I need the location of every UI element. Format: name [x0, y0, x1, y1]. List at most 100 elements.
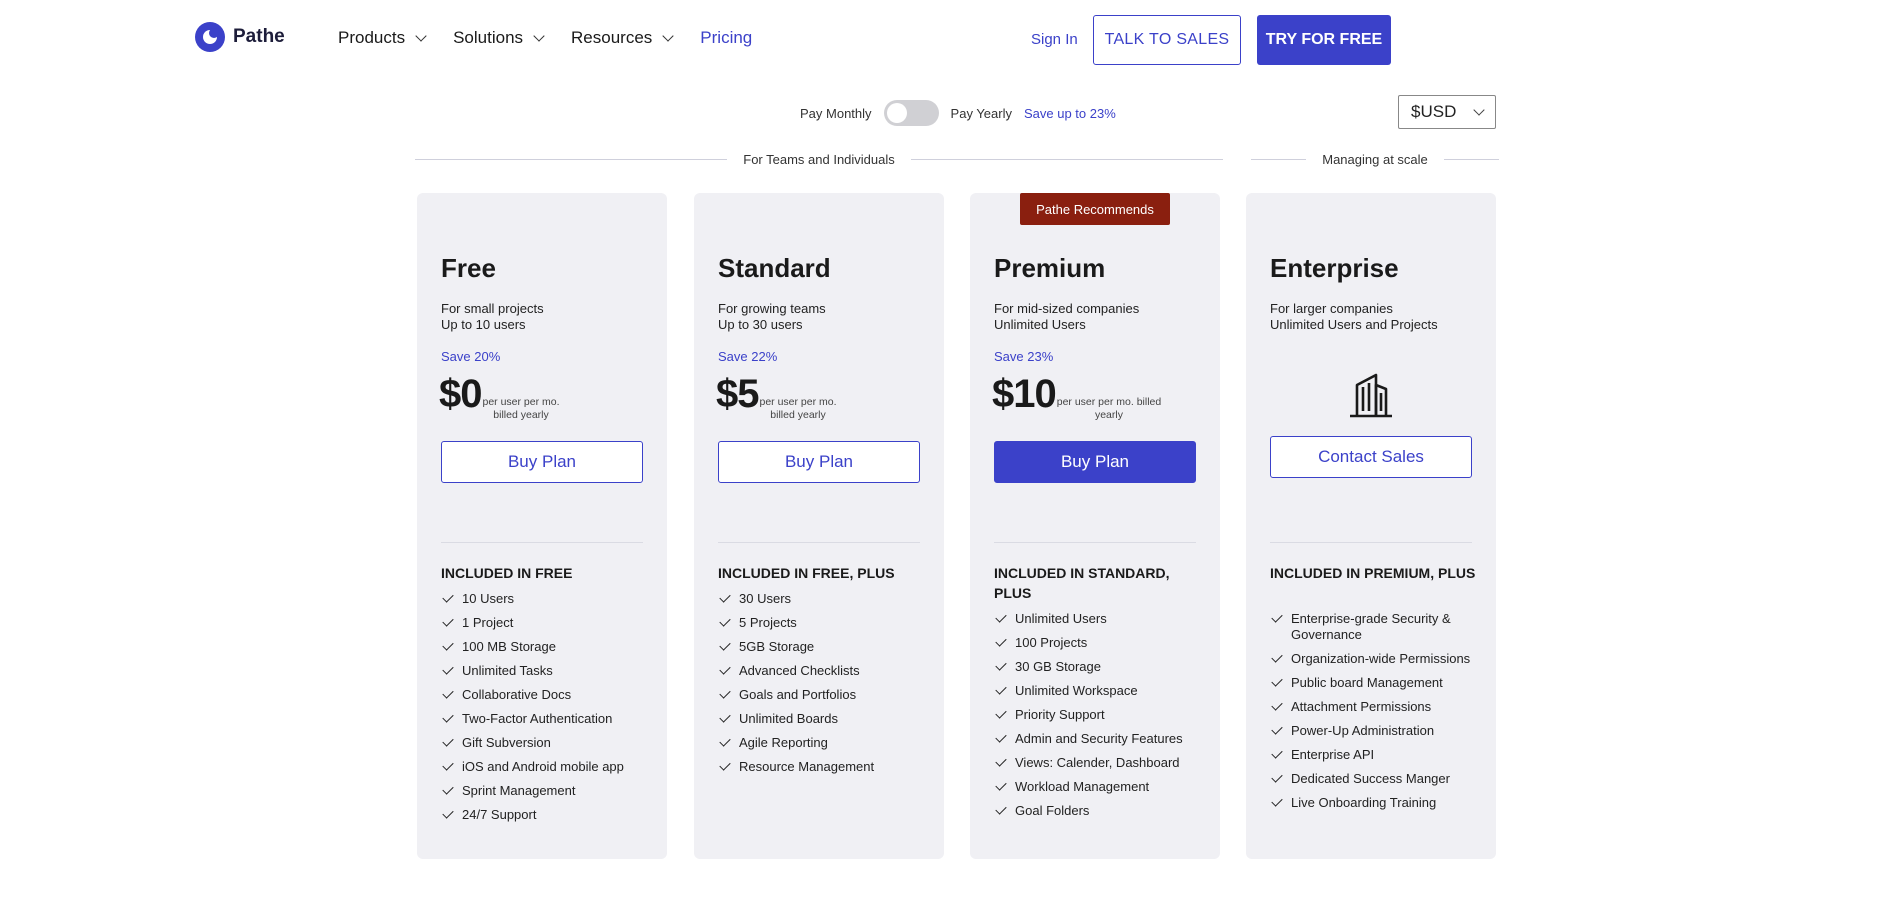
feature-label: Views: Calender, Dashboard — [1015, 755, 1180, 770]
feature-label: Advanced Checklists — [739, 663, 860, 678]
checkmark-icon — [442, 639, 454, 651]
menu-products[interactable]: Products — [338, 28, 427, 48]
included-title: INCLUDED IN FREE, PLUS — [718, 565, 895, 581]
plan-desc-line: For small projects — [441, 301, 544, 316]
checkmark-icon — [442, 759, 454, 771]
card-divider — [441, 542, 643, 543]
feature-item: 30 GB Storage — [994, 659, 1204, 675]
buy-plan-button[interactable]: Buy Plan — [994, 441, 1196, 483]
feature-label: Live Onboarding Training — [1291, 795, 1437, 810]
building-icon — [1350, 373, 1392, 418]
checkmark-icon — [719, 663, 731, 675]
plan-name: Free — [441, 253, 496, 283]
plan-desc-line: For growing teams — [718, 301, 826, 316]
feature-item: Goal Folders — [994, 803, 1204, 819]
try-for-free-button[interactable]: TRY FOR FREE — [1257, 15, 1391, 65]
plan-description: For growing teams Up to 30 users — [718, 301, 826, 333]
chevron-down-icon — [415, 30, 427, 42]
feature-label: Goal Folders — [1015, 803, 1090, 818]
plan-card-enterprise: Enterprise For larger companies Unlimite… — [1246, 193, 1496, 859]
menu-solutions[interactable]: Solutions — [453, 28, 545, 48]
chevron-down-icon — [1473, 104, 1485, 116]
feature-label: 100 Projects — [1015, 635, 1088, 650]
feature-label: Unlimited Boards — [739, 711, 838, 726]
card-divider — [718, 542, 920, 543]
feature-item: 100 Projects — [994, 635, 1204, 651]
menu-solutions-label: Solutions — [453, 28, 524, 47]
menu-pricing[interactable]: Pricing — [700, 28, 752, 48]
divider-line — [415, 158, 728, 160]
divider-line — [1251, 158, 1307, 160]
checkmark-icon — [442, 807, 454, 819]
checkmark-icon — [719, 735, 731, 747]
feature-item: Unlimited Workspace — [994, 683, 1204, 699]
checkmark-icon — [995, 611, 1007, 623]
feature-item: 5GB Storage — [718, 639, 928, 655]
group-header-scale: Managing at scale — [1251, 150, 1500, 168]
feature-item: Gift Subversion — [441, 735, 651, 751]
feature-item: Views: Calender, Dashboard — [994, 755, 1204, 771]
checkmark-icon — [1271, 651, 1283, 663]
checkmark-icon — [995, 803, 1007, 815]
price-amount: $0 — [439, 372, 482, 416]
feature-label: Dedicated Success Manger — [1291, 771, 1450, 786]
feature-label: 24/7 Support — [462, 807, 537, 822]
talk-to-sales-button[interactable]: TALK TO SALES — [1093, 15, 1241, 65]
currency-select[interactable]: $USD — [1398, 95, 1496, 129]
feature-label: 30 Users — [739, 591, 792, 606]
plan-desc-line: Unlimited Users and Projects — [1270, 317, 1438, 332]
checkmark-icon — [442, 687, 454, 699]
feature-list: Enterprise-grade Security & Governance Or… — [1270, 611, 1480, 819]
plan-price: $0 per user per mo. billed yearly — [439, 369, 560, 422]
feature-label: Priority Support — [1015, 707, 1105, 722]
yearly-save-note: Save up to 23% — [1023, 105, 1116, 121]
checkmark-icon — [1271, 747, 1283, 759]
plan-card-premium: Pathe Recommends Premium For mid-sized c… — [970, 193, 1220, 859]
feature-item: Dedicated Success Manger — [1270, 771, 1480, 787]
feature-label: Gift Subversion — [462, 735, 551, 750]
price-amount: $5 — [716, 372, 759, 416]
feature-label: iOS and Android mobile app — [462, 759, 624, 774]
recommended-badge: Pathe Recommends — [1020, 193, 1170, 225]
included-title: INCLUDED IN STANDARD, PLUS — [994, 565, 1170, 601]
feature-label: Enterprise API — [1291, 747, 1375, 762]
divider-line — [1443, 158, 1500, 160]
checkmark-icon — [719, 711, 731, 723]
price-note: per user per mo. billed yearly — [760, 396, 837, 422]
feature-item: Power-Up Administration — [1270, 723, 1480, 739]
checkmark-icon — [442, 711, 454, 723]
checkmark-icon — [442, 591, 454, 603]
brand-logo[interactable]: Pathe — [195, 22, 285, 52]
feature-item: Goals and Portfolios — [718, 687, 928, 703]
checkmark-icon — [1271, 723, 1283, 735]
feature-label: Unlimited Tasks — [462, 663, 553, 678]
checkmark-icon — [719, 591, 731, 603]
price-note-line: yearly — [1094, 409, 1123, 421]
checkmark-icon — [1271, 795, 1283, 807]
checkmark-icon — [1271, 771, 1283, 783]
plan-desc-line: Unlimited Users — [994, 317, 1086, 332]
feature-item: Advanced Checklists — [718, 663, 928, 679]
pay-monthly-label: Pay Monthly — [800, 105, 872, 121]
plan-name: Standard — [718, 253, 831, 283]
feature-label: Two-Factor Authentication — [462, 711, 613, 726]
checkmark-icon — [1271, 699, 1283, 711]
checkmark-icon — [719, 639, 731, 651]
feature-label: 1 Project — [462, 615, 514, 630]
feature-list: Unlimited Users 100 Projects 30 GB Storage… — [994, 611, 1204, 827]
feature-label: 5 Projects — [739, 615, 797, 630]
plan-card-standard: Standard For growing teams Up to 30 user… — [694, 193, 944, 859]
contact-sales-button[interactable]: Contact Sales — [1270, 436, 1472, 478]
sign-in-link[interactable]: Sign In — [1031, 31, 1078, 48]
toggle-knob — [886, 103, 907, 123]
buy-plan-button[interactable]: Buy Plan — [718, 441, 920, 483]
pay-yearly-label: Pay Yearly — [950, 105, 1012, 121]
billing-period-toggle[interactable] — [883, 100, 939, 126]
feature-label: Organization-wide Permissions — [1291, 651, 1471, 666]
chevron-down-icon — [533, 30, 545, 42]
feature-label: Sprint Management — [462, 783, 576, 798]
plan-save-note: Save 23% — [994, 349, 1054, 364]
feature-label: Admin and Security Features — [1015, 731, 1183, 746]
buy-plan-button[interactable]: Buy Plan — [441, 441, 643, 483]
menu-resources[interactable]: Resources — [571, 28, 674, 48]
